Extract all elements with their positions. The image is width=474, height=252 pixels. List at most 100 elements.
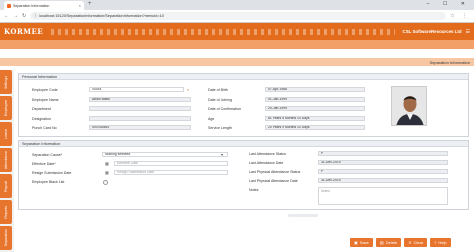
company-name: CSL SoftwareResources Ltd (402, 29, 462, 34)
browser-tab-title: Separation Information (13, 3, 50, 8)
resign-date-label: Resign Submission Date (32, 171, 72, 175)
clear-button[interactable]: ✕ Clear (404, 238, 428, 247)
sidebar-item-label: Employee (4, 100, 8, 116)
reload-icon[interactable]: ↻ (22, 13, 26, 19)
notes-label: Notes (249, 188, 259, 192)
info-icon: ⓘ (33, 13, 38, 18)
employee-code-field[interactable]: 00444 (89, 87, 184, 92)
sidebar-item-label: Reports (4, 205, 8, 219)
app-header: KORMEE CSL SoftwareResources Ltd ☰ (0, 23, 474, 40)
sidebar-item-settings[interactable]: Settings (0, 70, 12, 94)
delete-label: Delete (385, 240, 398, 245)
age-field: 61 Years 5 Months 14 Days (265, 116, 365, 121)
divider (288, 214, 318, 217)
effective-date-label: Effective Date* (32, 162, 56, 166)
sidebar-item-attendance[interactable]: Attendance (0, 148, 12, 172)
search-icon[interactable]: ⌕ (185, 87, 191, 92)
last-physical-status-field: P (318, 169, 448, 174)
save-label: Save (359, 240, 369, 245)
sidebar-item-label: Settings (4, 75, 8, 89)
employee-code-label: Employee Code (32, 88, 58, 92)
sidebar-item-reports[interactable]: Reports (0, 200, 12, 224)
url-text: localhost:15120/SeparationInformation/Se… (39, 14, 164, 18)
app-logo: KORMEE (4, 27, 44, 36)
browser-tab[interactable]: Separation Information × (4, 1, 84, 10)
help-button[interactable]: ? Help (430, 238, 451, 247)
last-attendance-date-field: 31-Dec-2019 (318, 160, 448, 165)
header-pattern (51, 28, 395, 35)
save-icon: ▣ (354, 240, 358, 245)
notes-textarea[interactable]: Notes (318, 187, 448, 205)
doj-label: Date of Joining (208, 98, 232, 102)
last-physical-date-field: 31-Dec-2019 (318, 178, 448, 183)
separation-cause-select[interactable]: Nothing selected (102, 152, 228, 157)
punch-card-field: 000760864 (89, 125, 191, 130)
close-tab-icon[interactable]: × (79, 3, 81, 8)
help-icon: ? (434, 240, 437, 245)
doj-field: 01-Jan-1999 (265, 97, 365, 102)
blacklist-label: Employee Black List (32, 180, 65, 184)
header-strip (0, 40, 474, 49)
service-length-field: 20 Years 9 Months 10 Days (265, 125, 365, 130)
dob-field: 07-Apr-1988 (265, 87, 365, 92)
sidebar-item-separation[interactable]: Separation (0, 226, 12, 250)
section-title: Separation Information (19, 141, 468, 147)
sidebar-item-payroll[interactable]: Payroll (0, 174, 12, 198)
service-length-label: Service Length (208, 126, 232, 130)
forward-icon[interactable]: → (13, 13, 18, 19)
page-title: Separation Information (429, 59, 470, 65)
effective-date-field[interactable]: Effective Date (114, 161, 228, 166)
sidebar-item-label: Payroll (4, 180, 8, 192)
last-attendance-status-label: Last Attendance Status (249, 152, 286, 156)
sidebar-item-label: Attendance (4, 150, 8, 170)
url-field[interactable]: ⓘ localhost:15120/SeparationInformation/… (30, 12, 447, 20)
sidebar-item-leave[interactable]: Leave (0, 122, 12, 146)
calendar-icon[interactable]: ▦ (105, 161, 109, 166)
sidebar-item-employee[interactable]: Employee (0, 96, 12, 120)
clear-label: Clear (413, 240, 424, 245)
separation-information-section: Separation Information Separation Cause*… (18, 140, 469, 210)
address-bar: ← → ↻ ⓘ localhost:15120/SeparationInform… (0, 10, 474, 23)
new-tab-icon[interactable]: + (88, 1, 92, 7)
punch-card-label: Punch Card No (32, 126, 57, 130)
sidebar-item-label: Separation (4, 229, 8, 247)
notes-placeholder: Notes (321, 189, 330, 193)
clear-icon: ✕ (408, 240, 412, 245)
sidebar: Settings Employee Leave Attendance Payro… (0, 70, 14, 252)
department-label: Department (32, 107, 51, 111)
section-title: Personal Information (19, 74, 468, 80)
window-controls[interactable]: – ☐ ✕ (427, 1, 471, 7)
dob-label: Date of Birth (208, 88, 228, 92)
page-title-bar: Separation Information (0, 58, 474, 66)
department-field (89, 106, 191, 111)
last-physical-date-label: Last Physical Attendance Date (249, 179, 298, 183)
save-button[interactable]: ▣ Save (350, 238, 373, 247)
person-photo-icon (392, 87, 426, 125)
employee-name-field: Abdul Matin (89, 97, 191, 102)
help-label: Help (438, 240, 447, 245)
back-icon[interactable]: ← (4, 13, 9, 19)
action-bar: ▣ Save ▤ Delete ✕ Clear ? Help (350, 238, 451, 247)
employee-photo (391, 86, 427, 126)
last-attendance-date-label: Last Attendance Date (249, 161, 284, 165)
browser-menu-icon[interactable]: ☆ ⋮ (450, 13, 470, 19)
last-physical-status-label: Last Physical Attendance Status (249, 170, 301, 174)
employee-name-label: Employee Name (32, 98, 59, 102)
chevron-down-icon[interactable]: ▾ (221, 152, 223, 157)
browser-tab-bar: Separation Information × + – ☐ ✕ (0, 0, 474, 10)
doc-label: Date of Confirmation (208, 107, 241, 111)
designation-field (89, 116, 191, 121)
favicon-icon (7, 3, 11, 8)
delete-button[interactable]: ▤ Delete (375, 238, 402, 247)
delete-icon: ▤ (379, 240, 384, 245)
last-attendance-status-field: P (318, 151, 448, 156)
blacklist-toggle[interactable] (103, 180, 108, 185)
calendar-icon[interactable]: ▦ (105, 170, 109, 175)
age-label: Age (208, 117, 215, 121)
personal-information-section: Personal Information Employee Code 00444… (18, 73, 469, 137)
user-menu-icon[interactable]: ☰ (466, 29, 470, 35)
designation-label: Designation (32, 117, 51, 121)
doc-field: 20-Jan-1999 (265, 106, 365, 111)
resign-date-field[interactable]: Resign Submission Date (114, 170, 228, 175)
separation-cause-label: Separation Cause* (32, 153, 63, 157)
